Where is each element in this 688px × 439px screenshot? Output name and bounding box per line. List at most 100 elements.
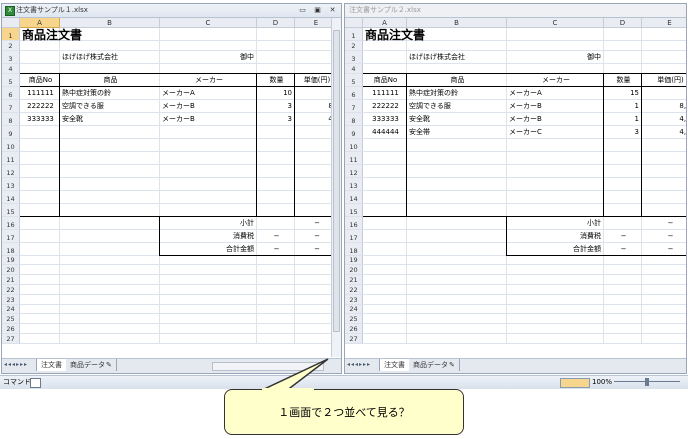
total-tax[interactable]: − xyxy=(606,230,641,243)
item-maker[interactable]: メーカーA xyxy=(509,87,603,100)
row-header-25[interactable]: 25 xyxy=(345,314,363,325)
row-header-13[interactable]: 13 xyxy=(345,177,363,191)
item-maker[interactable]: メーカーA xyxy=(162,87,256,100)
scroll-thumb[interactable] xyxy=(333,30,340,332)
row-header-11[interactable]: 11 xyxy=(345,151,363,165)
row-header-4[interactable]: 4 xyxy=(2,63,20,74)
row-header-22[interactable]: 22 xyxy=(345,285,363,295)
select-all-corner[interactable] xyxy=(2,18,20,28)
row-header-11[interactable]: 11 xyxy=(2,151,20,165)
item-no[interactable]: 111111 xyxy=(22,87,59,100)
row-header-20[interactable]: 20 xyxy=(345,265,363,276)
row-header-3[interactable]: 3 xyxy=(345,50,363,64)
total-label[interactable]: 小計 xyxy=(509,217,603,230)
row-header-21[interactable]: 21 xyxy=(345,275,363,285)
row-header-23[interactable]: 23 xyxy=(345,294,363,305)
column-header-c[interactable]: C xyxy=(507,18,604,28)
item-name[interactable]: 熱中症対策の鈴 xyxy=(62,87,159,100)
item-name[interactable]: 安全帯 xyxy=(409,126,506,139)
row-header-27[interactable]: 27 xyxy=(345,334,363,344)
new-sheet-icon[interactable]: ✎ xyxy=(106,359,117,371)
row-header-27[interactable]: 27 xyxy=(2,334,20,344)
column-header-e[interactable]: E xyxy=(642,18,686,28)
new-sheet-icon[interactable]: ✎ xyxy=(449,359,460,371)
row-header-10[interactable]: 10 xyxy=(2,138,20,152)
doc-title[interactable]: 商品注文書 xyxy=(22,28,159,42)
close-button[interactable]: ✕ xyxy=(326,4,339,16)
window-1-titlebar[interactable]: X 注文書サンプル１.xlsx ▭ ▣ ✕ xyxy=(2,4,341,18)
row-header-17[interactable]: 17 xyxy=(2,229,20,243)
item-qty[interactable]: 10 xyxy=(259,87,294,100)
item-no[interactable]: 444444 xyxy=(365,126,406,139)
row-header-4[interactable]: 4 xyxy=(345,63,363,74)
item-maker[interactable]: メーカーC xyxy=(509,126,603,139)
doc-title[interactable]: 商品注文書 xyxy=(365,28,506,42)
row-header-3[interactable]: 3 xyxy=(2,50,20,64)
total-label[interactable]: 消費税 xyxy=(509,230,603,243)
row-header-1[interactable]: 1 xyxy=(2,28,20,41)
row-header-18[interactable]: 18 xyxy=(2,242,20,256)
item-name[interactable]: 熱中症対策の鈴 xyxy=(409,87,506,100)
honorific[interactable]: 御中 xyxy=(162,51,256,64)
row-header-26[interactable]: 26 xyxy=(345,324,363,334)
total-tax[interactable] xyxy=(606,217,641,230)
restore-button[interactable]: ▣ xyxy=(311,4,324,16)
item-price[interactable]: 4,50 xyxy=(644,126,686,139)
row-header-9[interactable]: 9 xyxy=(2,125,20,139)
zoom-slider-thumb[interactable] xyxy=(645,378,649,386)
row-header-2[interactable]: 2 xyxy=(2,41,20,51)
row-header-13[interactable]: 13 xyxy=(2,177,20,191)
row-header-10[interactable]: 10 xyxy=(345,138,363,152)
item-maker[interactable]: メーカーB xyxy=(509,100,603,113)
view-buttons[interactable] xyxy=(560,378,590,388)
row-header-1[interactable]: 1 xyxy=(345,28,363,41)
total-value[interactable]: − xyxy=(644,230,686,243)
row-header-19[interactable]: 19 xyxy=(2,255,20,266)
honorific[interactable]: 御中 xyxy=(509,51,603,64)
item-name[interactable]: 安全靴 xyxy=(62,113,159,126)
item-qty[interactable]: 1 xyxy=(606,100,641,113)
item-no[interactable]: 111111 xyxy=(365,87,406,100)
row-header-26[interactable]: 26 xyxy=(2,324,20,334)
sheet-nav-buttons[interactable]: ◂◂◂▸▸▸ xyxy=(347,361,371,368)
item-no[interactable]: 222222 xyxy=(365,100,406,113)
macro-record-icon[interactable] xyxy=(30,378,41,388)
item-qty[interactable]: 1 xyxy=(606,113,641,126)
vertical-scrollbar[interactable] xyxy=(331,18,341,357)
order-date[interactable]: 20 xyxy=(644,28,686,41)
row-header-18[interactable]: 18 xyxy=(345,242,363,256)
total-label[interactable]: 小計 xyxy=(162,217,256,230)
row-header-22[interactable]: 22 xyxy=(2,285,20,295)
sheet-tab-product-data[interactable]: 商品データ xyxy=(409,359,453,371)
row-header-5[interactable]: 5 xyxy=(2,73,20,87)
column-header-d[interactable]: D xyxy=(604,18,642,28)
item-no[interactable]: 333333 xyxy=(365,113,406,126)
row-header-6[interactable]: 6 xyxy=(2,86,20,100)
item-no[interactable]: 333333 xyxy=(22,113,59,126)
customer-name[interactable]: ほげほげ株式会社 xyxy=(62,51,159,64)
row-header-7[interactable]: 7 xyxy=(2,99,20,113)
item-name[interactable]: 空調できる服 xyxy=(62,100,159,113)
row-header-12[interactable]: 12 xyxy=(2,164,20,178)
row-header-15[interactable]: 15 xyxy=(2,203,20,217)
select-all-corner[interactable] xyxy=(345,18,363,28)
item-qty[interactable]: 3 xyxy=(259,100,294,113)
item-name[interactable]: 空調できる服 xyxy=(409,100,506,113)
item-price[interactable]: 4,80 xyxy=(644,113,686,126)
sheet-tab-order[interactable]: 注文書 xyxy=(36,359,67,371)
item-price[interactable]: 60 xyxy=(644,87,686,100)
row-header-16[interactable]: 16 xyxy=(2,216,20,230)
row-header-20[interactable]: 20 xyxy=(2,265,20,276)
customer-name[interactable]: ほげほげ株式会社 xyxy=(409,51,506,64)
row-header-24[interactable]: 24 xyxy=(345,304,363,315)
row-header-5[interactable]: 5 xyxy=(345,73,363,87)
item-maker[interactable]: メーカーB xyxy=(162,100,256,113)
row-header-14[interactable]: 14 xyxy=(2,190,20,204)
row-header-19[interactable]: 19 xyxy=(345,255,363,266)
sheet-tab-product-data[interactable]: 商品データ xyxy=(66,359,110,371)
sheet-tab-order[interactable]: 注文書 xyxy=(379,359,410,371)
row-header-7[interactable]: 7 xyxy=(345,99,363,113)
total-tax[interactable]: − xyxy=(259,230,294,243)
item-qty[interactable]: 15 xyxy=(606,87,641,100)
minimize-button[interactable]: ▭ xyxy=(296,4,309,16)
